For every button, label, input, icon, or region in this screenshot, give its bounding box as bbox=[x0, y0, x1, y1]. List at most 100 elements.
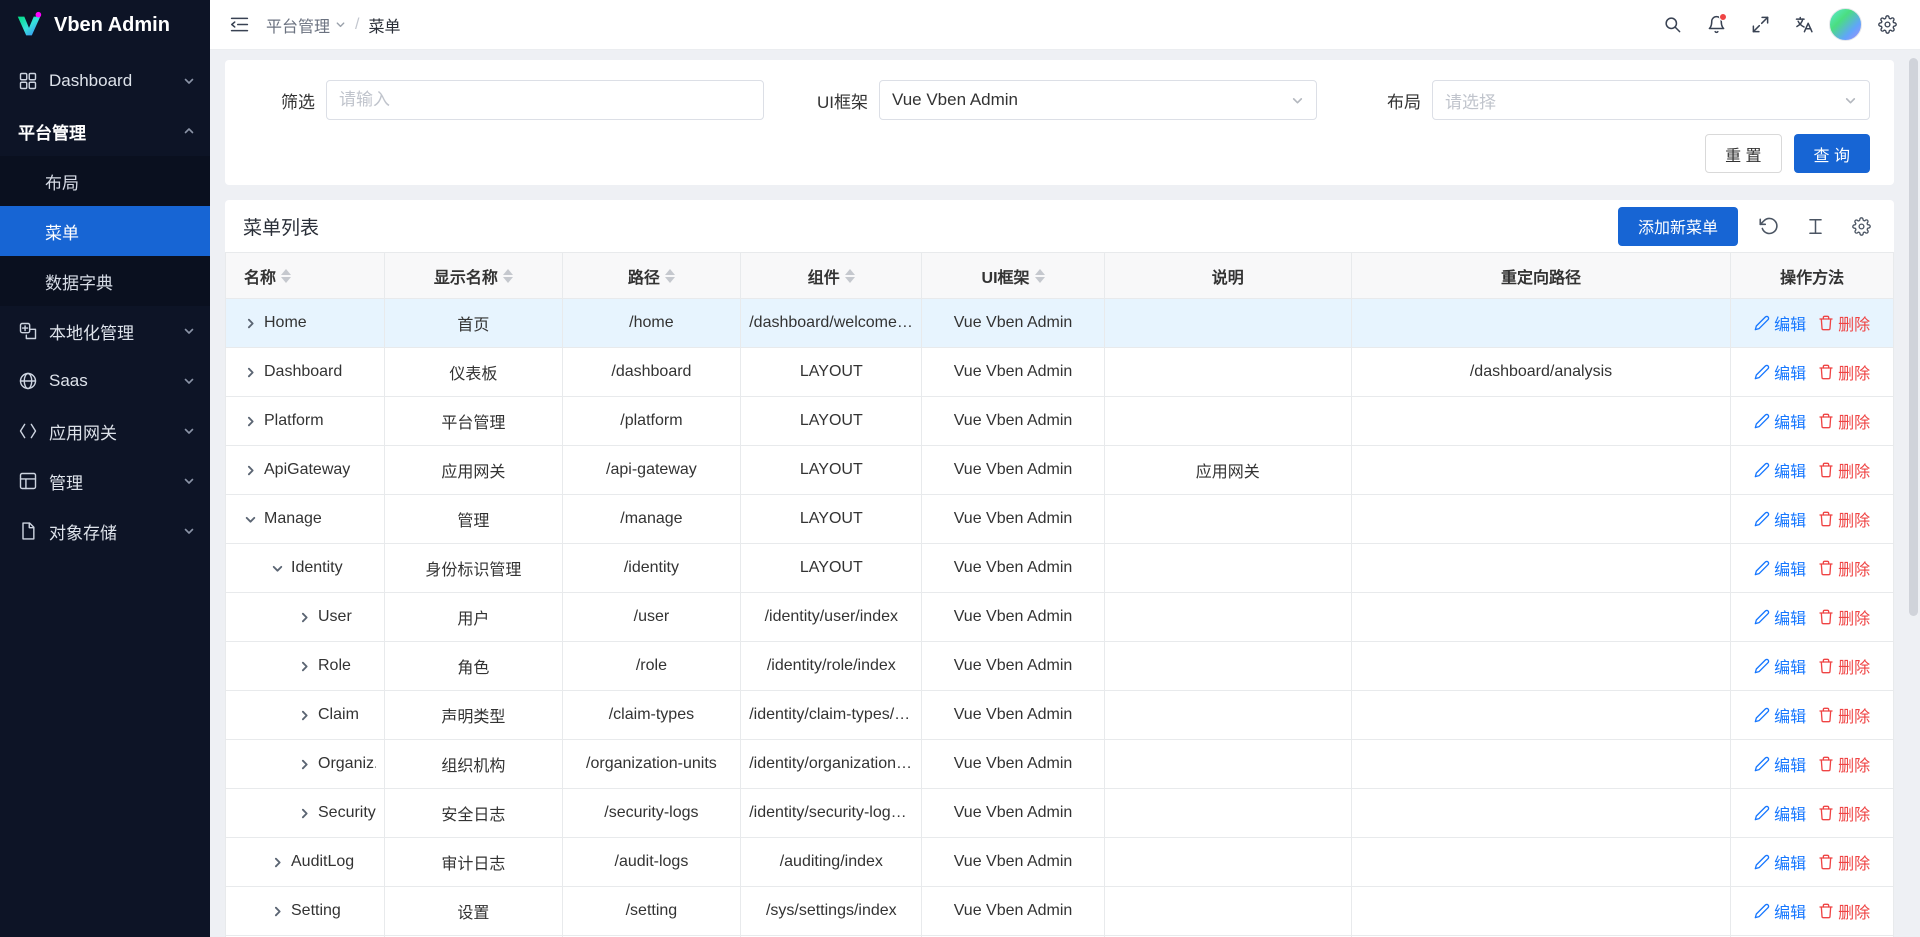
chevron-right-icon[interactable] bbox=[298, 660, 311, 673]
chevron-right-icon[interactable] bbox=[298, 807, 311, 820]
row-height-icon[interactable] bbox=[1800, 211, 1830, 241]
sidebar-fold-icon[interactable] bbox=[220, 6, 258, 44]
chevron-right-icon[interactable] bbox=[244, 366, 257, 379]
edit-button[interactable]: 编辑 bbox=[1754, 409, 1806, 433]
delete-button[interactable]: 删除 bbox=[1818, 654, 1870, 678]
framework-select[interactable]: Vue Vben Admin bbox=[879, 80, 1317, 120]
table-row[interactable]: Setting设置/setting/sys/settings/indexVue … bbox=[226, 887, 1894, 936]
table-row[interactable]: AuditLog审计日志/audit-logs/auditing/indexVu… bbox=[226, 838, 1894, 887]
sidebar-item-platform[interactable]: 平台管理 bbox=[0, 106, 210, 156]
sidebar-subitem-layout[interactable]: 布局 bbox=[0, 156, 210, 206]
delete-button[interactable]: 删除 bbox=[1818, 507, 1870, 531]
edit-button[interactable]: 编辑 bbox=[1754, 654, 1806, 678]
delete-button[interactable]: 删除 bbox=[1818, 752, 1870, 776]
sidebar-subitem-menu[interactable]: 菜单 bbox=[0, 206, 210, 256]
sidebar-subitem-dictionary[interactable]: 数据字典 bbox=[0, 256, 210, 306]
edit-button[interactable]: 编辑 bbox=[1754, 899, 1806, 923]
chevron-down-icon[interactable] bbox=[271, 562, 284, 575]
table-row[interactable]: ApiGateway应用网关/api-gatewayLAYOUTVue Vben… bbox=[226, 446, 1894, 495]
column-label: 重定向路径 bbox=[1501, 264, 1581, 288]
chevron-right-icon[interactable] bbox=[298, 758, 311, 771]
delete-button[interactable]: 删除 bbox=[1818, 360, 1870, 384]
breadcrumb-root[interactable]: 平台管理 bbox=[266, 13, 346, 37]
logo[interactable]: Vben Admin bbox=[0, 0, 210, 50]
table-row[interactable]: Role角色/role/identity/role/indexVue Vben … bbox=[226, 642, 1894, 691]
delete-button[interactable]: 删除 bbox=[1818, 801, 1870, 825]
delete-button[interactable]: 删除 bbox=[1818, 409, 1870, 433]
column-header-framework[interactable]: UI框架 bbox=[922, 253, 1104, 299]
column-header-display-name[interactable]: 显示名称 bbox=[385, 253, 562, 299]
delete-button[interactable]: 删除 bbox=[1818, 850, 1870, 874]
delete-button[interactable]: 删除 bbox=[1818, 899, 1870, 923]
sort-icon[interactable] bbox=[281, 269, 291, 283]
table-row[interactable]: Organiz...组织机构/organization-units/identi… bbox=[226, 740, 1894, 789]
table-row[interactable]: Home首页/home/dashboard/welcome/in...Vue V… bbox=[226, 299, 1894, 348]
sidebar-item-gateway[interactable]: 应用网关 bbox=[0, 406, 210, 456]
add-menu-button[interactable]: 添加新菜单 bbox=[1618, 207, 1738, 246]
cell-display-name: 用户 bbox=[385, 593, 562, 642]
delete-button[interactable]: 删除 bbox=[1818, 311, 1870, 335]
column-header-component[interactable]: 组件 bbox=[741, 253, 922, 299]
chevron-right-icon[interactable] bbox=[271, 905, 284, 918]
sidebar-item-manage[interactable]: 管理 bbox=[0, 456, 210, 506]
sort-icon[interactable] bbox=[1035, 269, 1045, 283]
edit-button[interactable]: 编辑 bbox=[1754, 507, 1806, 531]
sidebar-item-localization[interactable]: 本地化管理 bbox=[0, 306, 210, 356]
table-row[interactable]: Identity身份标识管理/identityLAYOUTVue Vben Ad… bbox=[226, 544, 1894, 593]
translate-icon[interactable] bbox=[1785, 6, 1823, 44]
sort-icon[interactable] bbox=[845, 269, 855, 283]
vertical-scrollbar[interactable] bbox=[1909, 52, 1918, 935]
fullscreen-icon[interactable] bbox=[1741, 6, 1779, 44]
column-header-path[interactable]: 路径 bbox=[562, 253, 741, 299]
table-row[interactable]: Manage管理/manageLAYOUTVue Vben Admin编辑删除 bbox=[226, 495, 1894, 544]
settings-icon[interactable] bbox=[1868, 6, 1906, 44]
delete-button[interactable]: 删除 bbox=[1818, 556, 1870, 580]
sidebar-item-label: 应用网关 bbox=[49, 419, 117, 444]
table-row[interactable]: Security...安全日志/security-logs/identity/s… bbox=[226, 789, 1894, 838]
column-header-redirect[interactable]: 重定向路径 bbox=[1351, 253, 1730, 299]
scrollbar-thumb[interactable] bbox=[1909, 58, 1918, 616]
table-row[interactable]: User用户/user/identity/user/indexVue Vben … bbox=[226, 593, 1894, 642]
chevron-right-icon[interactable] bbox=[298, 709, 311, 722]
filter-field-keyword: 筛选 bbox=[249, 80, 764, 120]
settings-icon[interactable] bbox=[1846, 211, 1876, 241]
delete-button[interactable]: 删除 bbox=[1818, 458, 1870, 482]
notification-icon[interactable] bbox=[1697, 6, 1735, 44]
edit-button[interactable]: 编辑 bbox=[1754, 850, 1806, 874]
avatar[interactable] bbox=[1829, 8, 1862, 41]
sidebar-item-dashboard[interactable]: Dashboard bbox=[0, 56, 210, 106]
edit-button[interactable]: 编辑 bbox=[1754, 703, 1806, 727]
refresh-icon[interactable] bbox=[1754, 211, 1784, 241]
edit-button[interactable]: 编辑 bbox=[1754, 801, 1806, 825]
chevron-down-icon[interactable] bbox=[244, 513, 257, 526]
search-icon[interactable] bbox=[1653, 6, 1691, 44]
column-header-description[interactable]: 说明 bbox=[1104, 253, 1351, 299]
table-row[interactable]: Dashboard仪表板/dashboardLAYOUTVue Vben Adm… bbox=[226, 348, 1894, 397]
chevron-right-icon[interactable] bbox=[298, 611, 311, 624]
edit-button[interactable]: 编辑 bbox=[1754, 605, 1806, 629]
edit-button[interactable]: 编辑 bbox=[1754, 556, 1806, 580]
chevron-right-icon[interactable] bbox=[244, 464, 257, 477]
sort-icon[interactable] bbox=[665, 269, 675, 283]
sort-icon[interactable] bbox=[503, 269, 513, 283]
chevron-right-icon[interactable] bbox=[244, 415, 257, 428]
delete-button[interactable]: 删除 bbox=[1818, 703, 1870, 727]
chevron-right-icon[interactable] bbox=[271, 856, 284, 869]
layout-select[interactable]: 请选择 bbox=[1432, 80, 1870, 120]
column-header-name[interactable]: 名称 bbox=[226, 253, 385, 299]
cell-description bbox=[1104, 838, 1351, 887]
column-header-actions[interactable]: 操作方法 bbox=[1731, 253, 1894, 299]
edit-button[interactable]: 编辑 bbox=[1754, 458, 1806, 482]
table-row[interactable]: Claim声明类型/claim-types/identity/claim-typ… bbox=[226, 691, 1894, 740]
edit-button[interactable]: 编辑 bbox=[1754, 752, 1806, 776]
edit-button[interactable]: 编辑 bbox=[1754, 311, 1806, 335]
delete-button[interactable]: 删除 bbox=[1818, 605, 1870, 629]
edit-button[interactable]: 编辑 bbox=[1754, 360, 1806, 384]
chevron-right-icon[interactable] bbox=[244, 317, 257, 330]
reset-button[interactable]: 重 置 bbox=[1705, 134, 1781, 173]
sidebar-item-saas[interactable]: Saas bbox=[0, 356, 210, 406]
table-row[interactable]: Platform平台管理/platformLAYOUTVue Vben Admi… bbox=[226, 397, 1894, 446]
keyword-input[interactable] bbox=[339, 90, 751, 110]
search-button[interactable]: 查 询 bbox=[1794, 134, 1870, 173]
sidebar-item-storage[interactable]: 对象存储 bbox=[0, 506, 210, 556]
